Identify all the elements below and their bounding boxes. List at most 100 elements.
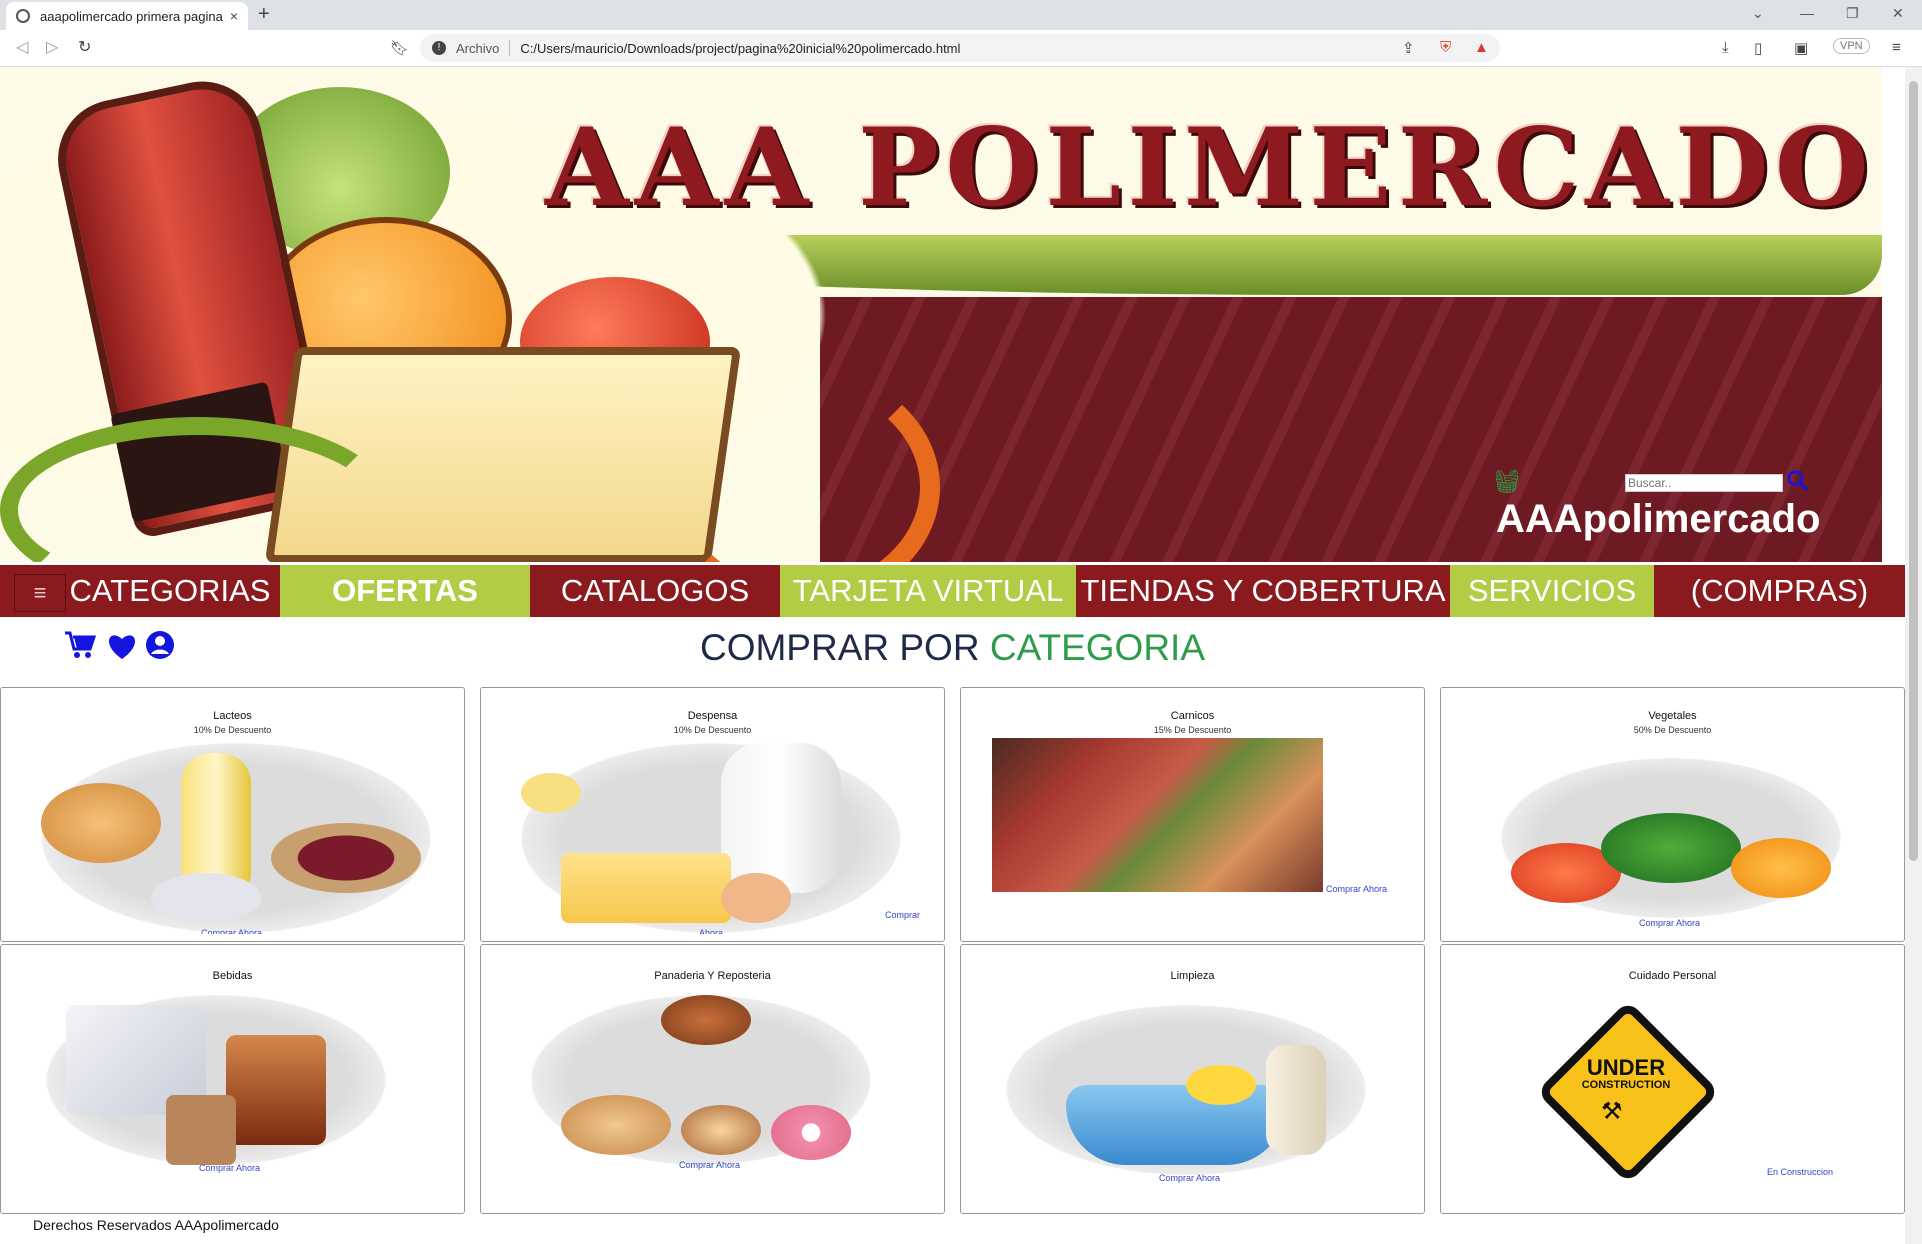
menu-icon[interactable]: ≡: [1892, 39, 1901, 56]
section-title-part1: COMPRAR POR: [699, 627, 980, 668]
buy-link-cont[interactable]: Ahora: [699, 928, 723, 934]
coffee-cup-image: [166, 1095, 236, 1165]
category-card-cuidado-personal[interactable]: Cuidado Personal UNDER CONSTRUCTION ⚒︎ E…: [1440, 944, 1905, 1214]
category-card-vegetales[interactable]: Vegetales 50% De Descuento Comprar Ahora: [1440, 687, 1905, 942]
bookmark-icon[interactable]: 🔖︎: [390, 39, 409, 57]
nav-tarjeta-virtual[interactable]: TARJETA VIRTUAL: [780, 565, 1076, 617]
minimize-button[interactable]: —: [1800, 5, 1814, 21]
crackers-image: [41, 783, 161, 863]
nav-tiendas-y-cobertura[interactable]: TIENDAS Y COBERTURA: [1076, 565, 1450, 617]
under-construction-link[interactable]: En Construccion: [1767, 1167, 1833, 1177]
page-scrollbar[interactable]: [1905, 67, 1922, 1244]
basket-icon[interactable]: 🧺︎: [1493, 469, 1521, 495]
forward-button[interactable]: ▷: [46, 37, 58, 57]
pasta-image: [521, 773, 581, 813]
triangle-icon[interactable]: ▲: [1474, 39, 1489, 56]
product-image: [531, 995, 871, 1165]
card-title: Limpieza: [1170, 970, 1215, 982]
cleaning-bucket-image: [1066, 1085, 1286, 1165]
globe-icon: [16, 9, 30, 23]
section-title: COMPRAR POR CATEGORIA: [0, 627, 1905, 669]
hamburger-menu-button[interactable]: ≡: [14, 574, 66, 612]
card-title: Vegetales: [1648, 710, 1697, 722]
card-discount: 10% De Descuento: [193, 725, 272, 735]
card-title: Bebidas: [212, 970, 253, 982]
buy-link[interactable]: Comprar: [885, 910, 920, 920]
card-title: Despensa: [687, 710, 738, 722]
page-viewport: AAA POLIMERCADO 🧺︎ AAApolimercado CATEGO…: [0, 67, 1905, 1244]
product-image: [521, 743, 901, 933]
card-title: Lacteos: [213, 710, 252, 722]
nav-compras[interactable]: (COMPRAS): [1654, 565, 1905, 617]
category-card-limpieza[interactable]: Limpieza Comprar Ahora: [960, 944, 1425, 1214]
section-title-part2: CATEGORIA: [989, 627, 1206, 668]
category-card-despensa[interactable]: Despensa 10% De Descuento Comprar Ahora: [480, 687, 945, 942]
product-image: [46, 995, 386, 1165]
product-image: [1006, 1005, 1366, 1175]
buy-now-link[interactable]: Comprar Ahora: [201, 928, 262, 934]
card-title: Carnicos: [1170, 710, 1215, 722]
shield-icon[interactable]: ⛨: [1440, 39, 1451, 56]
back-button[interactable]: ◁: [16, 37, 28, 57]
meat-image: [992, 738, 1323, 892]
beans-bowl-image: [271, 823, 421, 893]
card-discount: 50% De Descuento: [1633, 725, 1712, 735]
nav-catalogos[interactable]: CATALOGOS: [530, 565, 780, 617]
buy-now-link[interactable]: Comprar Ahora: [1326, 884, 1387, 894]
tab-close-button[interactable]: ×: [230, 8, 238, 24]
address-bar[interactable]: ! Archivo C:/Users/mauricio/Downloads/pr…: [420, 34, 1500, 62]
card-title: Panaderia Y Reposteria: [654, 970, 771, 982]
nav-servicios[interactable]: SERVICIOS: [1450, 565, 1654, 617]
address-divider: [509, 40, 511, 56]
search-input[interactable]: [1625, 474, 1783, 492]
donut-image: [771, 1105, 851, 1160]
milk-jug-image: [721, 743, 841, 893]
cheese-image: [561, 853, 731, 923]
hero-banner: AAA POLIMERCADO 🧺︎ AAApolimercado: [0, 67, 1882, 562]
sidebar-icon[interactable]: ▯: [1754, 39, 1762, 57]
cookie-image: [681, 1105, 761, 1155]
scrollbar-thumb[interactable]: [1909, 81, 1918, 861]
tools-icon: ⚒︎: [1601, 1098, 1623, 1125]
spray-bottle-image: [1266, 1045, 1326, 1155]
buy-now-link[interactable]: Comprar Ahora: [199, 1163, 260, 1173]
close-window-button[interactable]: ✕: [1892, 5, 1904, 22]
juice-glass-image: [226, 1035, 326, 1145]
chevron-down-icon[interactable]: ⌄: [1752, 5, 1764, 22]
browser-tab-bar: aaapolimercado primera pagina × + ⌄ — ❐ …: [0, 0, 1922, 30]
sign-text-line1: UNDER: [1586, 1055, 1666, 1080]
wallet-icon[interactable]: ▣: [1794, 39, 1808, 57]
product-image: [1501, 758, 1841, 918]
new-tab-button[interactable]: +: [258, 3, 270, 26]
category-card-panaderia[interactable]: Panaderia Y Reposteria Comprar Ahora: [480, 944, 945, 1214]
category-card-bebidas[interactable]: Bebidas Comprar Ahora: [0, 944, 465, 1214]
buy-now-link[interactable]: Comprar Ahora: [1159, 1173, 1220, 1183]
buy-now-link[interactable]: Comprar Ahora: [679, 1160, 740, 1170]
browser-tab[interactable]: aaapolimercado primera pagina ×: [6, 2, 248, 30]
download-icon[interactable]: ⤓: [1722, 39, 1729, 56]
category-card-lacteos[interactable]: Lacteos 10% De Descuento Comprar Ahora: [0, 687, 465, 942]
nav-ofertas[interactable]: OFERTAS: [280, 565, 530, 617]
egg-image: [721, 873, 791, 923]
search-icon[interactable]: [1786, 469, 1808, 491]
reload-button[interactable]: ↻: [78, 37, 91, 57]
bread-image: [561, 1095, 671, 1155]
under-construction-sign: [1536, 1000, 1720, 1184]
buy-now-link[interactable]: Comprar Ahora: [1639, 918, 1700, 928]
address-scheme: Archivo: [456, 40, 500, 56]
share-icon[interactable]: ⇪: [1402, 39, 1415, 57]
can-image: [151, 873, 261, 923]
restore-button[interactable]: ❐: [1846, 5, 1859, 22]
vpn-badge[interactable]: VPN: [1833, 38, 1870, 54]
info-icon[interactable]: !: [432, 41, 446, 55]
card-title: Cuidado Personal: [1628, 970, 1717, 982]
card-discount: 15% De Descuento: [1153, 725, 1232, 735]
orange-slice-image: [1731, 838, 1831, 898]
category-card-carnicos[interactable]: Carnicos 15% De Descuento Comprar Ahora: [960, 687, 1425, 942]
sponge-image: [1186, 1065, 1256, 1105]
sign-text-line2: CONSTRUCTION: [1581, 1079, 1671, 1091]
tab-title: aaapolimercado primera pagina: [40, 8, 223, 24]
card-discount: 10% De Descuento: [673, 725, 752, 735]
address-url: C:/Users/mauricio/Downloads/project/pagi…: [520, 40, 961, 56]
browser-toolbar: ◁ ▷ ↻ 🔖︎ ! Archivo C:/Users/mauricio/Dow…: [0, 30, 1922, 67]
